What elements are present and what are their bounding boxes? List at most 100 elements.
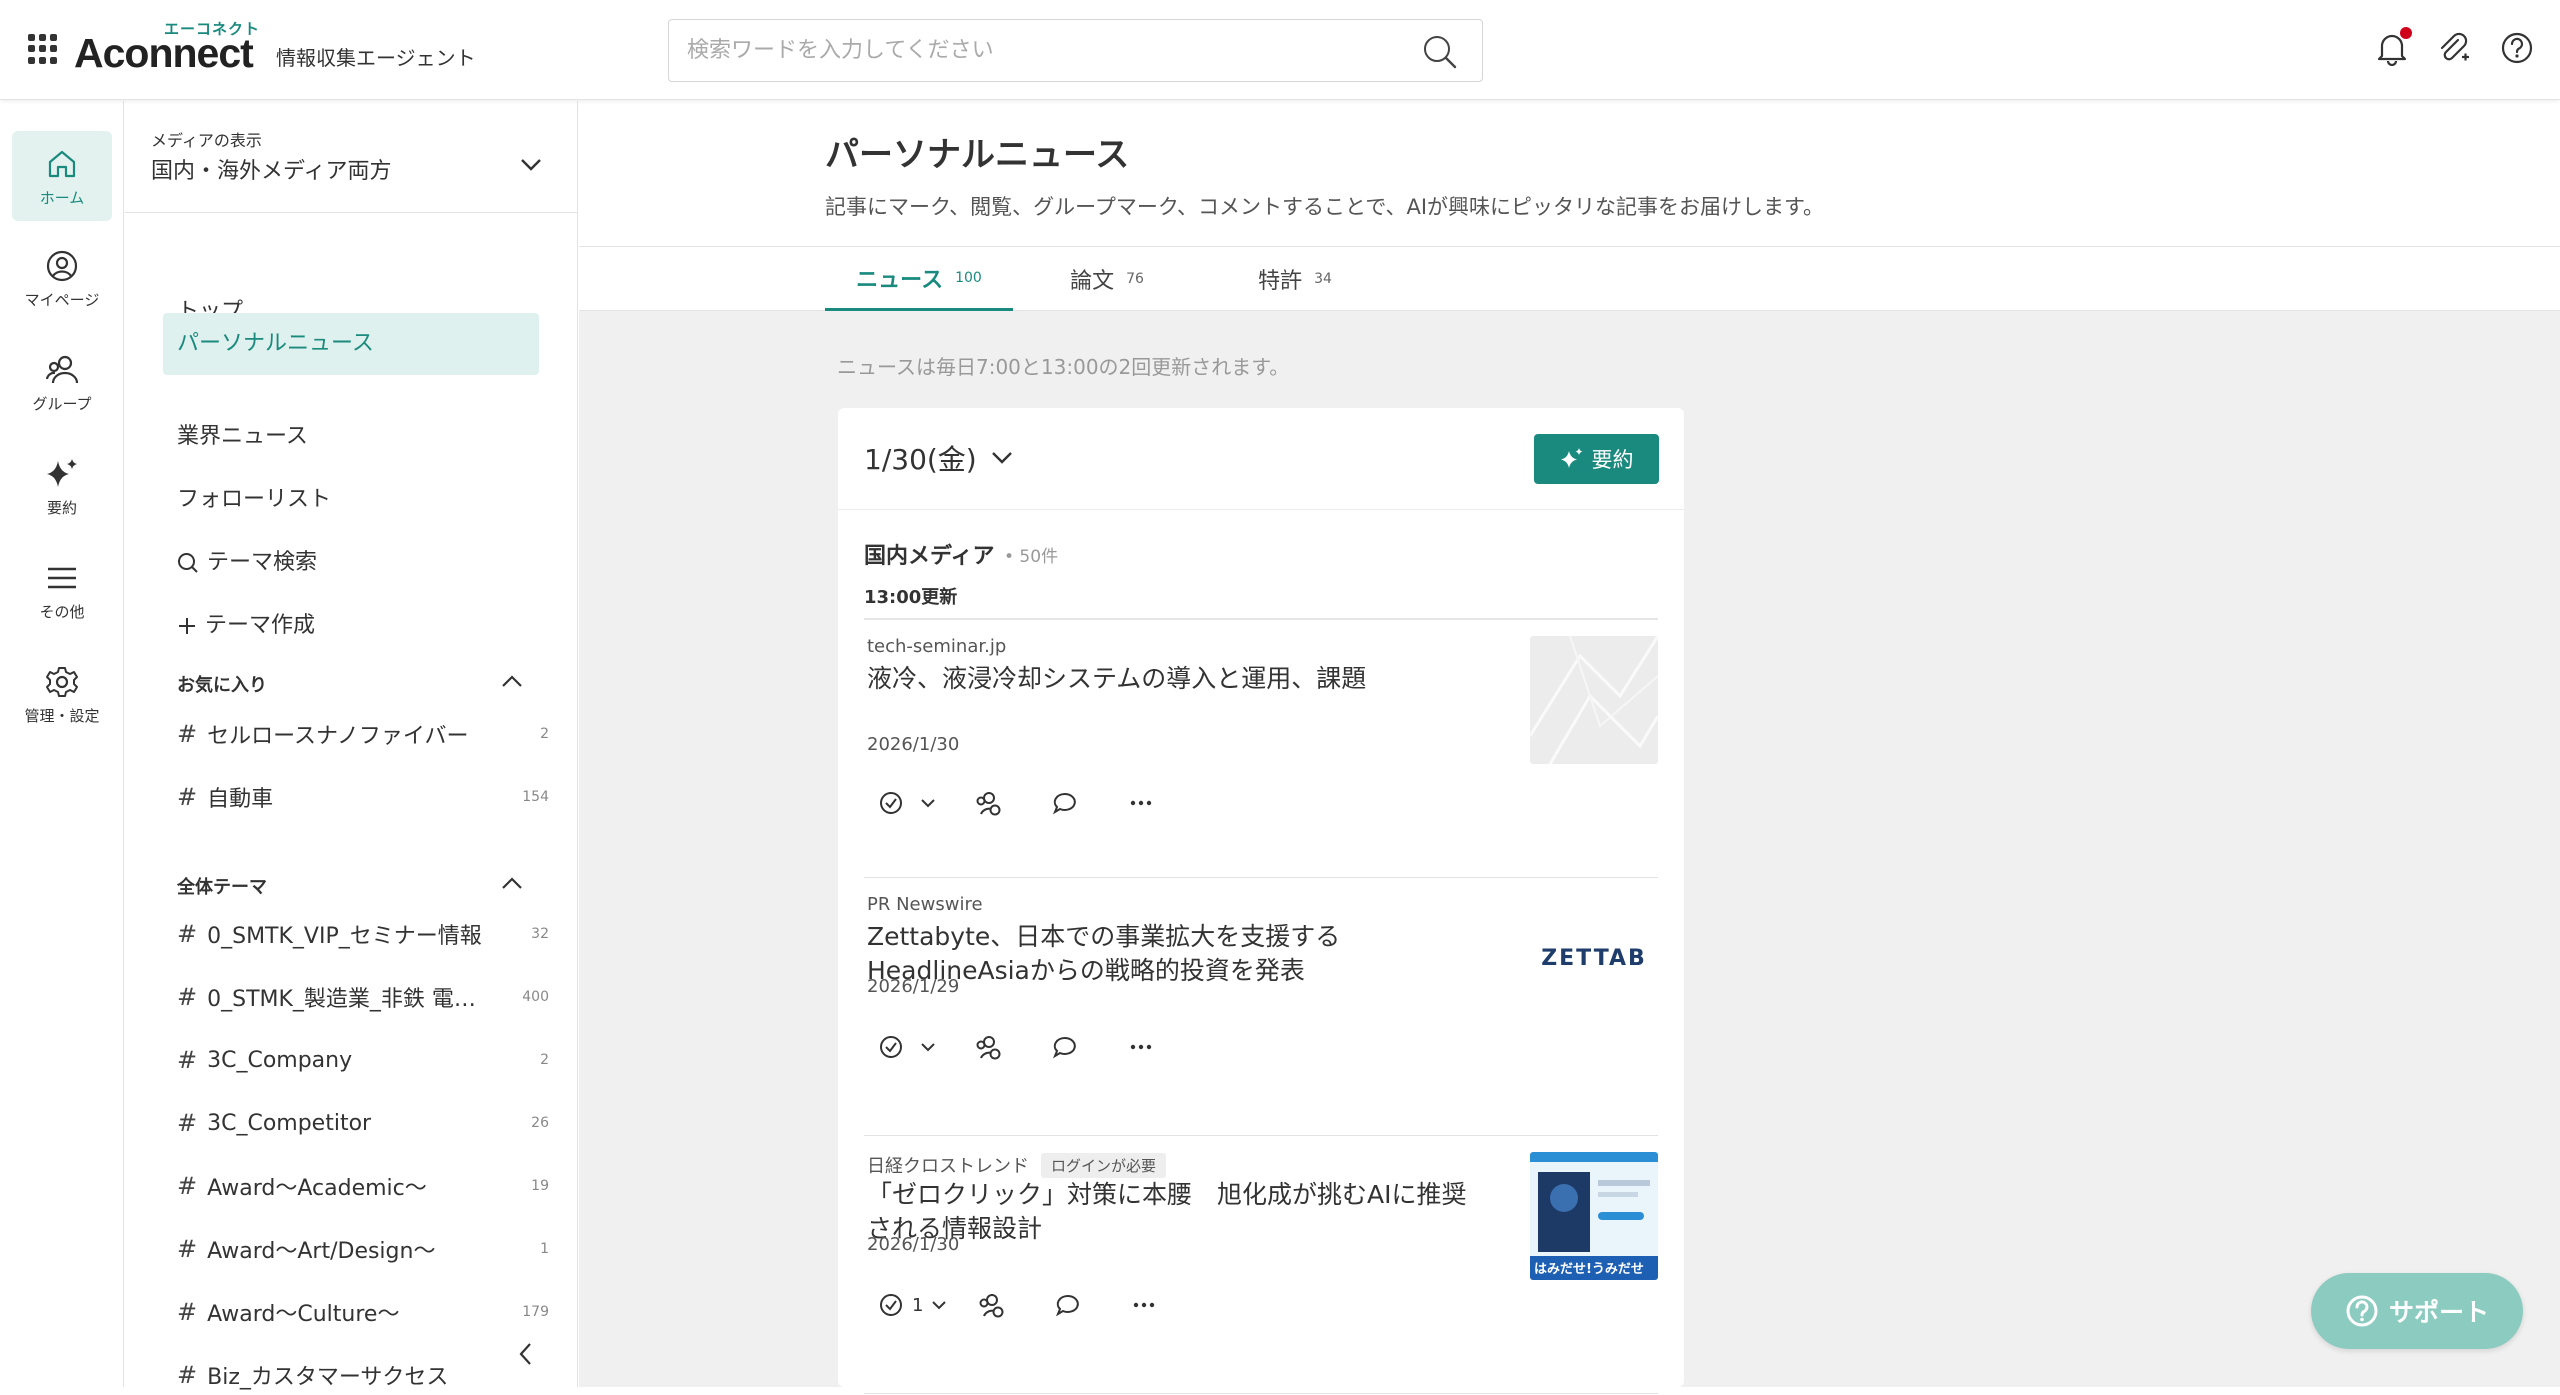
theme-item[interactable]: # Award〜Culture〜 179 [177,1292,549,1332]
collapse-sidebar-icon[interactable] [517,1341,533,1367]
search-icon [178,553,198,573]
article-item[interactable]: 日経クロストレンド ログインが必要 「ゼロクリック」対策に本腰 旭化成が挑むAIに… [864,1136,1658,1394]
sparkle-icon [1560,448,1582,468]
app-subtitle: 情報収集エージェント [276,46,476,70]
chevron-up-icon[interactable] [501,674,523,688]
media-value: 国内・海外メディア両方 [151,159,392,184]
update-note: ニュースは毎日7:00と13:00の2回更新されます。 [837,355,1290,379]
rail-item-summary[interactable]: 要約 [12,441,112,531]
rail-item-settings[interactable]: 管理・設定 [12,649,112,739]
rail-label: マイページ [24,291,100,309]
chevron-down-icon[interactable] [519,157,543,173]
chevron-up-icon[interactable] [501,876,523,890]
chevron-down-icon [921,799,935,808]
help-icon[interactable] [2500,30,2534,66]
favorite-item[interactable]: # セルロースナノファイバー 2 [177,714,549,754]
favorite-item[interactable]: # 自動車 154 [177,777,549,817]
comment-icon[interactable] [1052,790,1078,816]
all-themes-title: 全体テーマ [177,877,267,898]
comment-icon[interactable] [1052,1034,1078,1060]
check-mark-button[interactable] [878,790,936,816]
date-row: 1/30(金) 要約 [838,408,1684,510]
rail-label: その他 [39,603,85,621]
article-title[interactable]: Zettabyte、日本での事業拡大を支援するHeadlineAsiaからの戦略… [867,920,1487,988]
article-thumbnail[interactable] [1530,636,1658,764]
more-options-icon[interactable] [1128,790,1154,816]
rail-item-other[interactable]: その他 [12,545,112,635]
rail-item-mypage[interactable]: マイページ [12,233,112,323]
chevron-down-icon [921,1043,935,1052]
rail-label: 管理・設定 [24,707,100,725]
home-icon [48,150,76,178]
article-actions [878,1034,1154,1060]
tab-patents[interactable]: 特許 34 [1201,247,1389,311]
theme-item[interactable]: #0_SMTK_VIP_セミナー情報 32 [177,914,549,954]
group-mark-icon[interactable] [974,1034,1002,1060]
summary-button[interactable]: 要約 [1534,434,1659,484]
article-thumbnail[interactable]: はみだせ!うみだせ [1530,1152,1658,1280]
search-input[interactable] [687,20,1407,81]
app-grid-icon[interactable] [28,34,58,64]
media-select[interactable]: メディアの表示 国内・海外メディア両方 [125,101,577,213]
theme-item[interactable]: #0_STMK_製造業_非鉄 電… 400 [177,977,549,1017]
media-label: メディアの表示 [151,131,262,150]
nav-label: テーマ検索 [207,550,318,575]
hash-icon: # [177,1109,198,1137]
article-thumbnail[interactable]: ZETTAB [1530,894,1658,1022]
search-icon[interactable] [1422,34,1458,70]
nav-personal-news[interactable]: パーソナルニュース [163,313,539,375]
article-title[interactable]: 「ゼロクリック」対策に本腰 旭化成が挑むAIに推奨される情報設計 [867,1178,1487,1246]
article-title[interactable]: 液冷、液浸冷却システムの導入と運用、課題 [867,662,1487,696]
sparkle-icon [47,459,77,487]
nav-theme-create[interactable]: テーマ作成 [163,595,539,657]
nav-follow-list[interactable]: フォローリスト [163,469,539,531]
article-source: 日経クロストレンド ログインが必要 [867,1152,1167,1178]
support-button[interactable]: サポート [2311,1273,2523,1349]
check-mark-button[interactable] [878,1034,936,1060]
theme-item[interactable]: #3C_Company 2 [177,1040,549,1080]
theme-item[interactable]: # Biz_カスタマーサクセス [177,1355,549,1395]
thumb-logo-text: ZETTAB [1541,945,1647,971]
tab-papers[interactable]: 論文 76 [1013,247,1201,311]
group-count: • 50件 [1004,547,1059,567]
nav-theme-search[interactable]: テーマ検索 [163,532,539,594]
search-box[interactable] [668,19,1483,82]
rail-item-group[interactable]: グループ [12,337,112,427]
more-options-icon[interactable] [1128,1034,1154,1060]
hash-icon: # [177,1235,198,1263]
group-title: 国内メディア [864,544,995,569]
theme-item[interactable]: #3C_Competitor 26 [177,1103,549,1143]
nav-label: テーマ作成 [205,613,316,638]
logo[interactable]: エーコネクト Aconnect [74,18,274,76]
check-circle-icon [880,792,902,814]
group-mark-icon[interactable] [977,1292,1005,1318]
help-icon [2346,1295,2378,1327]
user-circle-icon [46,250,78,282]
nav-label: 業界ニュース [177,424,308,449]
article-item[interactable]: PR Newswire Zettabyte、日本での事業拡大を支援するHeadl… [864,878,1658,1136]
chevron-down-icon [991,452,1012,464]
left-rail: ホーム マイページ グループ 要約 その他 管理・設定 [0,101,124,1387]
hash-icon: # [177,1046,198,1074]
rail-item-home[interactable]: ホーム [12,131,112,221]
article-date: 2026/1/30 [867,734,960,755]
article-item[interactable]: tech-seminar.jp 液冷、液浸冷却システムの導入と運用、課題 202… [864,620,1658,878]
sidebar: メディアの表示 国内・海外メディア両方 トップ パーソナルニュース 業界ニュース… [125,101,578,1390]
theme-item[interactable]: # Award〜Academic〜 19 [177,1166,549,1206]
hash-icon: # [177,1361,198,1389]
group-mark-icon[interactable] [974,790,1002,816]
date-selector[interactable]: 1/30(金) [864,438,1013,478]
check-mark-button[interactable]: 1 [878,1292,947,1318]
page-description: 記事にマーク、閲覧、グループマーク、コメントすることで、AIが興味にピッタリな記… [825,195,1824,219]
nav-industry-news[interactable]: 業界ニュース [163,406,539,468]
main-content: パーソナルニュース 記事にマーク、閲覧、グループマーク、コメントすることで、AI… [579,101,2560,1394]
article-source: tech-seminar.jp [867,636,1007,657]
nav-label: フォローリスト [177,487,332,512]
tab-news[interactable]: ニュース 100 [825,247,1013,311]
more-options-icon[interactable] [1131,1292,1157,1318]
comment-icon[interactable] [1055,1292,1081,1318]
check-circle-icon [880,1036,902,1058]
hash-icon: # [177,783,198,811]
theme-item[interactable]: # Award〜Art/Design〜 1 [177,1229,549,1269]
clip-add-icon[interactable] [2436,30,2470,66]
